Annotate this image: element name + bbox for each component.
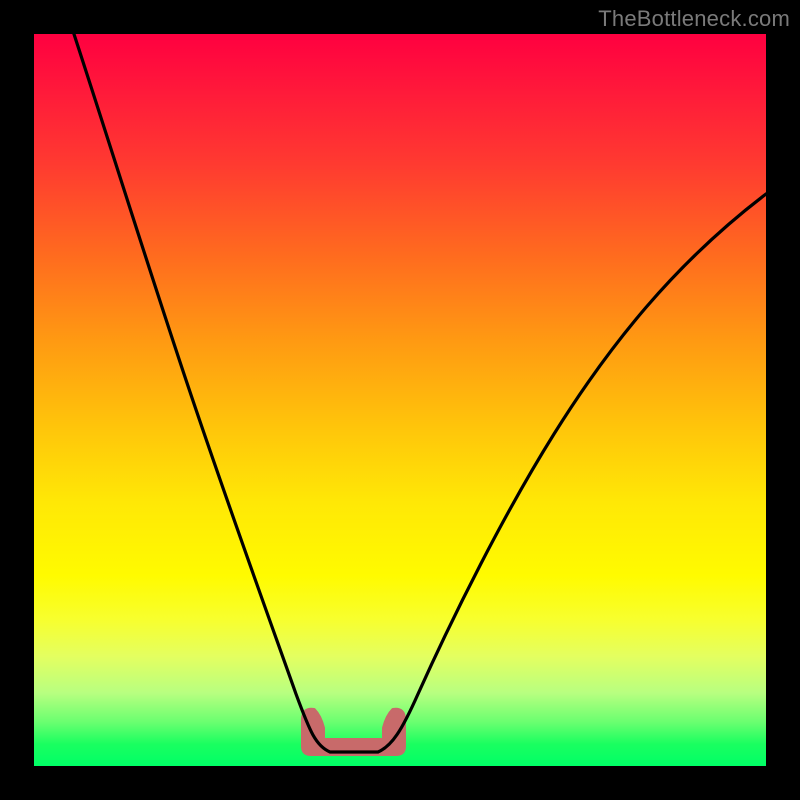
bottleneck-curve (72, 34, 766, 752)
optimal-range-marker (303, 710, 404, 754)
plot-area (34, 34, 766, 766)
curve-layer (34, 34, 766, 766)
chart-frame: TheBottleneck.com (0, 0, 800, 800)
watermark-text: TheBottleneck.com (598, 6, 790, 32)
